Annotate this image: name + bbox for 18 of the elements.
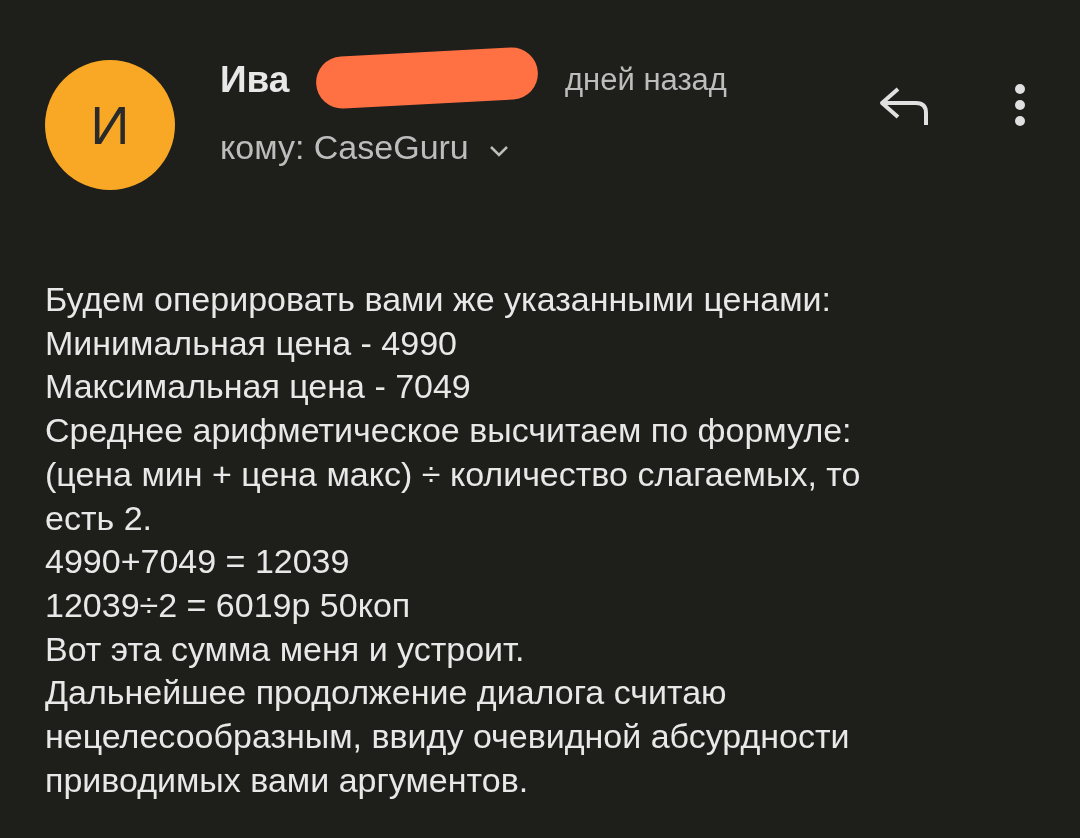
message-line: Максимальная цена - 7049 bbox=[45, 366, 472, 408]
message-line: 12039÷2 = 6019р 50коп bbox=[45, 584, 412, 626]
message-line: приводимых вами аргументов. bbox=[45, 759, 530, 801]
sender-name: Ива bbox=[220, 60, 290, 100]
message-line: Среднее арифметическое высчитаем по формуле: bbox=[45, 410, 853, 452]
chevron-down-icon[interactable] bbox=[488, 144, 509, 157]
message-line: 4990+7049 = 12039 bbox=[45, 541, 351, 583]
message-line: Вот эта сумма меня и устроит. bbox=[45, 628, 526, 670]
message-line: Минимальная цена - 4990 bbox=[45, 322, 458, 364]
message-line: Будем оперировать вами же указанными ценами: bbox=[45, 279, 832, 320]
timestamp: дней назад bbox=[565, 61, 727, 99]
more-options-icon[interactable] bbox=[1012, 83, 1028, 127]
recipient-label: кому: CaseGuru bbox=[220, 127, 469, 168]
message-line: нецелесообразным, ввиду очевидной абсурдности bbox=[45, 716, 851, 758]
avatar: И bbox=[45, 60, 175, 190]
message-line: Дальнейшее продолжение диалога считаю bbox=[45, 672, 728, 714]
message-line: (цена мин + цена макс) ÷ количество слагаемых, то bbox=[45, 453, 862, 495]
message-line: есть 2. bbox=[45, 497, 153, 539]
